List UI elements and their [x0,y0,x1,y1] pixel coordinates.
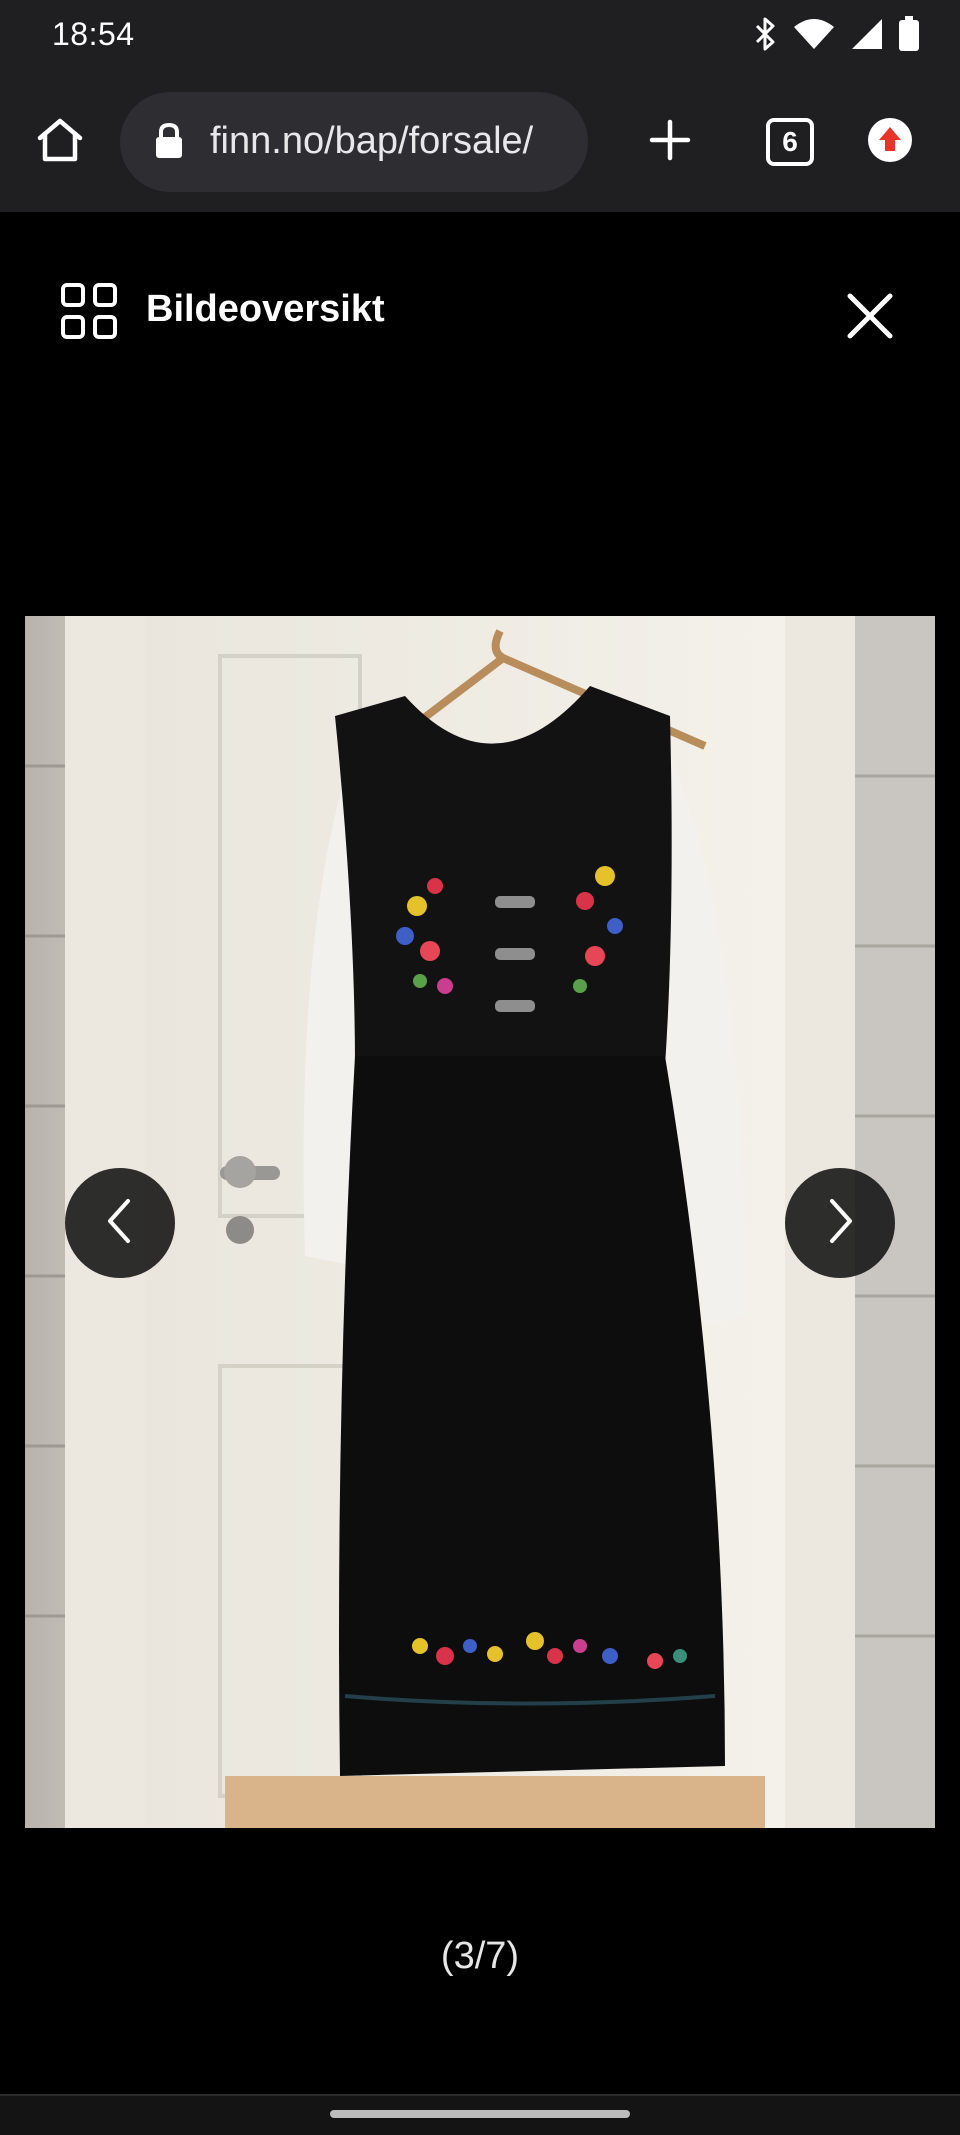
lock-icon [154,122,184,165]
system-nav-bar [0,2094,960,2135]
close-icon [840,293,900,350]
status-icons [754,14,920,58]
new-tab-icon [648,118,692,167]
listing-photo [25,616,935,1828]
browser-toolbar: finn.no/bap/forsale/ 6 [0,72,960,214]
overview-label: Bildeoversikt [146,288,385,330]
status-time: 18:54 [52,16,135,52]
previous-image-button[interactable] [65,1168,175,1278]
bluetooth-icon [754,17,778,56]
home-gesture-handle[interactable] [330,2110,630,2118]
url-text: finn.no/bap/forsale/ [210,120,534,162]
new-tab-button[interactable] [640,112,700,172]
wifi-icon [792,17,836,56]
next-image-button[interactable] [785,1168,895,1278]
tab-count: 6 [766,118,814,166]
home-button[interactable] [30,112,90,172]
status-bar: 18:54 [0,0,960,72]
battery-icon [898,15,920,57]
extension-icon [867,117,913,168]
extension-button[interactable] [866,117,914,168]
tab-switcher-button[interactable]: 6 [760,110,820,174]
image-counter: (3/7) [440,1935,520,1977]
grid-icon [60,282,118,345]
chevron-left-icon [100,1196,140,1251]
signal-icon [850,17,884,56]
home-icon [34,114,86,171]
viewer-header: Bildeoversikt [0,212,960,412]
close-button[interactable] [840,286,900,346]
url-bar[interactable]: finn.no/bap/forsale/ [120,92,588,192]
chevron-right-icon [820,1196,860,1251]
